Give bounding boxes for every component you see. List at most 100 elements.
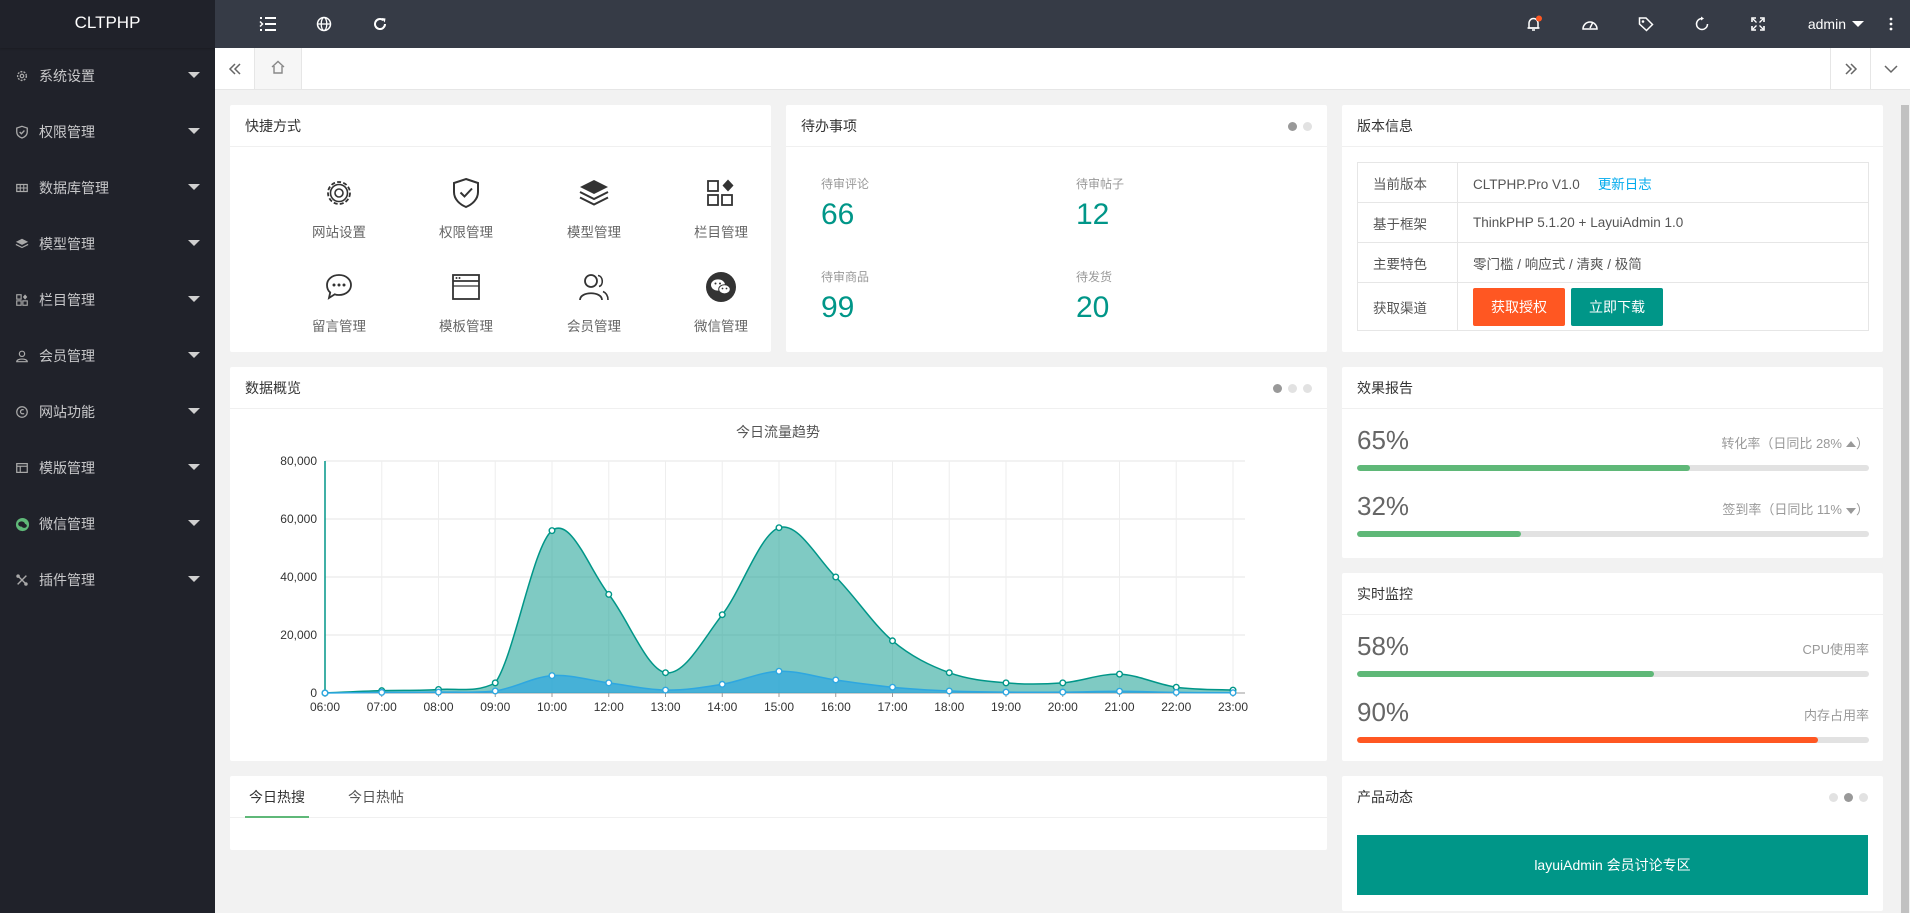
sidebar-item-database[interactable]: 数据库管理 [0, 160, 215, 216]
todo-value: 12 [1076, 198, 1110, 231]
tag-icon[interactable] [1618, 0, 1674, 48]
dashboard-theme-icon[interactable] [1562, 0, 1618, 48]
todo-item-shipping[interactable]: 待发货 20 [1076, 268, 1112, 325]
card-title: 实时监控 [1342, 573, 1883, 615]
data-point [662, 686, 670, 694]
carousel-dot[interactable] [1859, 793, 1868, 802]
app-logo[interactable]: CLTPHP [0, 0, 215, 48]
chart-y-axis: 0 20,000 40,000 60,000 80,000 [280, 454, 326, 700]
users-icon [539, 265, 649, 309]
carousel-indicator[interactable] [1273, 384, 1312, 393]
app-grid-icon [14, 292, 30, 308]
shortcut-messages[interactable]: 留言管理 [284, 265, 394, 335]
menu-collapse-icon[interactable] [240, 0, 296, 48]
carousel-dot[interactable] [1844, 793, 1853, 802]
carousel-dot[interactable] [1303, 384, 1312, 393]
progress-fill [1357, 465, 1690, 471]
effect-card: 效果报告 65% 转化率（日同比 28%） 32% 签到率（日同比 11%） [1342, 367, 1883, 558]
x-tick-label: 19:00 [991, 700, 1021, 714]
carousel-dot[interactable] [1288, 384, 1297, 393]
tab-today-hot-search[interactable]: 今日热搜 [245, 776, 309, 818]
notification-bell-icon[interactable] [1506, 0, 1562, 48]
sidebar-item-members[interactable]: 会员管理 [0, 328, 215, 384]
card-title: 快捷方式 [230, 105, 771, 147]
progress-bar [1357, 531, 1869, 537]
data-point [718, 680, 726, 688]
fullscreen-icon[interactable] [1730, 0, 1786, 48]
changelog-link[interactable]: 更新日志 [1598, 177, 1652, 192]
sidebar-item-system-settings[interactable]: 系统设置 [0, 48, 215, 104]
table-row: 主要特色 零门槛 / 响应式 / 清爽 / 极简 [1357, 242, 1869, 283]
shortcut-models[interactable]: 模型管理 [539, 171, 649, 241]
gear-icon [14, 68, 30, 84]
shortcut-site-settings[interactable]: 网站设置 [284, 171, 394, 241]
user-menu[interactable]: admin [1786, 0, 1872, 48]
get-license-button[interactable]: 获取授权 [1473, 287, 1565, 326]
progress-row: 90% 内存占用率 [1357, 697, 1869, 743]
carousel-dot[interactable] [1273, 384, 1282, 393]
card-title: 效果报告 [1342, 367, 1883, 409]
todo-item-posts[interactable]: 待审帖子 12 [1076, 175, 1124, 232]
tabs-scroll-right-icon[interactable] [1830, 48, 1870, 89]
more-vertical-icon[interactable] [1872, 0, 1910, 48]
carousel-indicator[interactable] [1288, 122, 1312, 131]
carousel-dot[interactable] [1829, 793, 1838, 802]
refresh-icon[interactable] [352, 0, 408, 48]
data-point [945, 687, 953, 695]
home-tab[interactable] [255, 48, 302, 89]
scrollbar-thumb[interactable] [1901, 105, 1909, 913]
sidebar-item-models[interactable]: 模型管理 [0, 216, 215, 272]
product-banner[interactable]: layuiAdmin 会员讨论专区 [1357, 835, 1868, 895]
carousel-indicator[interactable] [1829, 793, 1868, 802]
carousel-dot[interactable] [1303, 122, 1312, 131]
sidebar: CLTPHP 系统设置 权限管理 数据库管理 模型管理 栏目管理 会员管理 网站… [0, 0, 215, 913]
sidebar-item-site-functions[interactable]: 网站功能 [0, 384, 215, 440]
sidebar-item-templates[interactable]: 模版管理 [0, 440, 215, 496]
sidebar-item-label: 微信管理 [39, 516, 95, 532]
shortcut-permissions[interactable]: 权限管理 [411, 171, 521, 241]
sidebar-item-wechat[interactable]: 微信管理 [0, 496, 215, 552]
shortcuts-card: 快捷方式 网站设置 权限管理 模型管理 栏目管理 留言管理 模板管理 会员管理 … [230, 105, 771, 352]
page-tabs-bar [215, 48, 1910, 90]
tab-today-hot-posts[interactable]: 今日热帖 [344, 776, 408, 818]
progress-percent: 58% [1357, 631, 1410, 661]
sidebar-item-label: 插件管理 [39, 572, 95, 588]
hot-tabs: 今日热搜 今日热帖 [230, 776, 1327, 818]
version-table: 当前版本 CLTPHP.Pro V1.0 更新日志 基于框架 ThinkPHP 5… [1357, 162, 1869, 331]
table-value: ThinkPHP 5.1.20 + LayuiAdmin 1.0 [1457, 202, 1869, 243]
x-tick-label: 17:00 [877, 700, 907, 714]
shortcut-members[interactable]: 会员管理 [539, 265, 649, 335]
table-key: 主要特色 [1357, 242, 1458, 283]
tabs-scroll-left-icon[interactable] [215, 48, 255, 89]
progress-fill [1357, 671, 1654, 677]
y-tick-label: 0 [310, 686, 317, 700]
globe-icon[interactable] [296, 0, 352, 48]
table-row: 当前版本 CLTPHP.Pro V1.0 更新日志 [1357, 162, 1869, 203]
x-tick-label: 18:00 [934, 700, 964, 714]
shortcut-wechat[interactable]: 微信管理 [666, 265, 776, 335]
shortcut-label: 留言管理 [312, 319, 366, 334]
x-tick-label: 20:00 [1048, 700, 1078, 714]
sidebar-item-label: 权限管理 [39, 124, 95, 140]
chat-bubble-icon [284, 265, 394, 309]
shortcut-label: 会员管理 [567, 319, 621, 334]
todo-item-comments[interactable]: 待审评论 66 [821, 175, 869, 232]
shortcut-columns[interactable]: 栏目管理 [666, 171, 776, 241]
progress-row: 58% CPU使用率 [1357, 631, 1869, 677]
shield-icon [14, 124, 30, 140]
sidebar-item-plugins[interactable]: 插件管理 [0, 552, 215, 608]
todo-label: 待发货 [1076, 270, 1113, 284]
reload-icon[interactable] [1674, 0, 1730, 48]
shortcut-templates[interactable]: 模板管理 [411, 265, 521, 335]
page-scrollbar[interactable] [1900, 90, 1910, 913]
database-icon [14, 180, 30, 196]
sidebar-item-permissions[interactable]: 权限管理 [0, 104, 215, 160]
progress-note: 转化率（日同比 28%） [1721, 436, 1869, 451]
progress-note: 签到率（日同比 11%） [1722, 502, 1869, 517]
todo-item-products[interactable]: 待审商品 99 [821, 268, 869, 325]
layers-icon [14, 236, 30, 252]
tabs-menu-chevron-down-icon[interactable] [1870, 48, 1910, 89]
sidebar-item-columns[interactable]: 栏目管理 [0, 272, 215, 328]
download-button[interactable]: 立即下载 [1571, 287, 1663, 326]
carousel-dot[interactable] [1288, 122, 1297, 131]
